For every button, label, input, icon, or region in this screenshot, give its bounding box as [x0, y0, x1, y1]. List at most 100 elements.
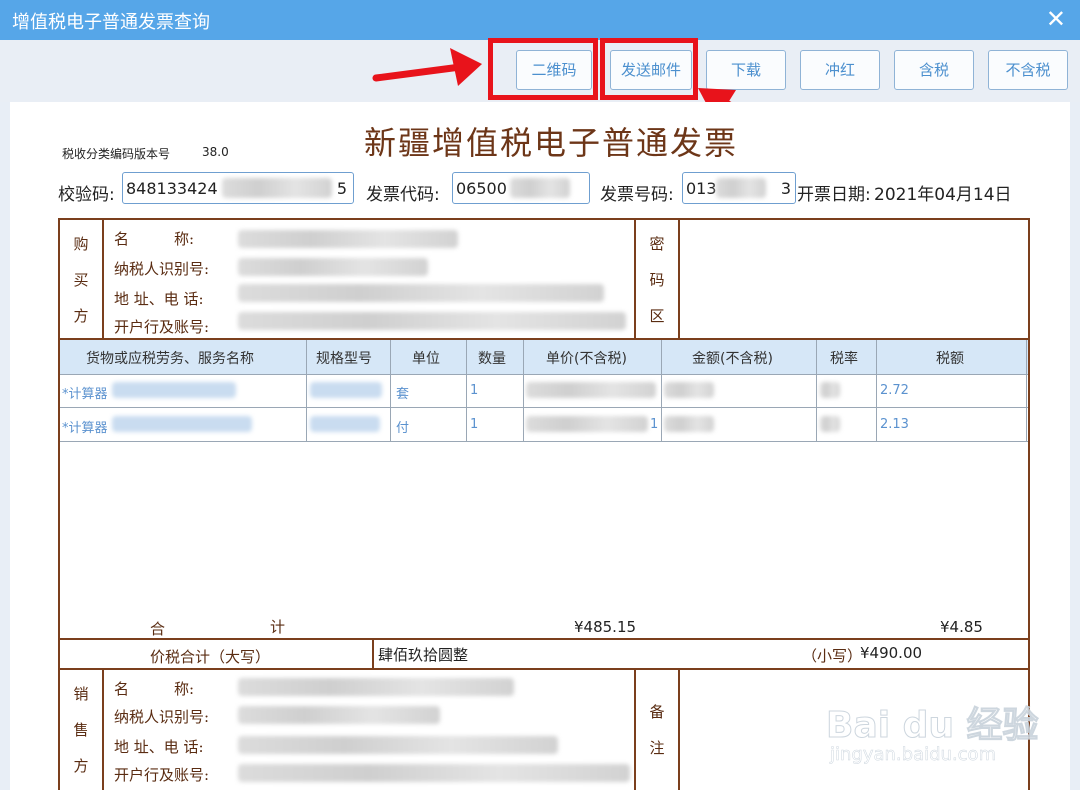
watermark-brand: Bai du 经验	[826, 705, 1040, 747]
frame-top	[58, 218, 1030, 220]
red-reverse-button[interactable]: 冲红	[800, 50, 880, 90]
remark-label-2: 注	[649, 739, 665, 757]
window-titlebar: 增值税电子普通发票查询 ✕	[0, 0, 1080, 40]
seller-side-label-2: 售	[73, 721, 89, 739]
redacted-buyer-name	[238, 230, 458, 248]
small-label: （小写）	[802, 647, 863, 665]
buyer-name-label: 名 称:	[114, 230, 195, 248]
seller-side-label-1: 销	[73, 685, 89, 703]
small-value: ¥490.00	[860, 644, 923, 662]
redacted-invoice-number	[716, 178, 766, 198]
date-value: 2021年04月14日	[874, 185, 1012, 205]
remark-divider-right	[678, 668, 680, 790]
th-spec: 规格型号	[316, 351, 372, 367]
remark-label-1: 备	[649, 703, 665, 721]
check-code-value: 848133424	[126, 179, 218, 198]
seller-side-label-3: 方	[73, 757, 89, 775]
row-line-3	[60, 441, 1028, 442]
redacted-check-code	[222, 178, 332, 198]
redacted-seller-address	[238, 736, 558, 754]
invoice-code-label: 发票代码:	[366, 185, 440, 205]
frame-left	[58, 218, 60, 790]
row1-item-name: *计算器	[62, 387, 108, 402]
col-line-2	[390, 340, 391, 442]
col-line-5	[661, 340, 662, 442]
redacted-seller-bank	[238, 764, 630, 782]
redacted-row1-amount	[664, 382, 714, 398]
total-amount: ¥485.15	[574, 618, 637, 636]
close-icon[interactable]: ✕	[1046, 5, 1066, 33]
buyer-side-label-3: 方	[73, 307, 89, 325]
version-label: 税收分类编码版本号	[62, 147, 171, 161]
redacted-row1-spec	[310, 382, 382, 398]
row1-tax: 2.72	[880, 383, 909, 398]
buyer-side-label-1: 购	[73, 235, 89, 253]
check-code-tail: 5	[336, 179, 347, 198]
redacted-buyer-tax-id	[238, 258, 428, 276]
seller-address-label: 地 址、电 话:	[114, 738, 204, 756]
check-code-label: 校验码:	[58, 185, 115, 205]
col-line-6	[816, 340, 817, 442]
send-mail-highlight-box	[600, 38, 698, 100]
col-line-8	[1026, 340, 1027, 442]
row-line-2	[60, 407, 1028, 408]
capital-value: 肆佰玖拾圆整	[378, 646, 469, 664]
with-tax-button[interactable]: 含税	[894, 50, 974, 90]
cipher-label-1: 密	[649, 235, 665, 253]
col-line-3	[466, 340, 467, 442]
seller-tax-id-label: 纳税人识别号:	[114, 708, 210, 726]
without-tax-button[interactable]: 不含税	[988, 50, 1068, 90]
invoice-number-value: 013	[686, 179, 717, 198]
th-tax: 税额	[936, 351, 964, 367]
cipher-label-2: 码	[649, 271, 665, 289]
redacted-row2-rate	[820, 416, 840, 432]
buyer-address-label: 地 址、电 话:	[114, 290, 204, 308]
col-line-7	[876, 340, 877, 442]
row-line-1	[60, 374, 1028, 375]
redacted-seller-tax-id	[238, 706, 440, 724]
th-amount: 金额(不含税)	[692, 351, 773, 367]
row1-unit: 套	[396, 387, 410, 402]
buyer-tax-id-label: 纳税人识别号:	[114, 260, 210, 278]
buyer-side-label-2: 买	[73, 271, 89, 289]
redacted-buyer-bank	[238, 312, 626, 330]
redacted-row2-spec	[310, 416, 380, 432]
col-line-4	[523, 340, 524, 442]
baidu-watermark: Bai du 经验 jingyan.baidu.com	[826, 676, 1040, 772]
row2-unit: 付	[396, 421, 410, 436]
arrow-right-icon	[372, 48, 482, 86]
redacted-row1-name	[112, 382, 236, 398]
redacted-row2-price	[526, 416, 648, 432]
redacted-seller-name	[238, 678, 514, 696]
invoice-title: 新疆增值税电子普通发票	[364, 124, 739, 162]
buyer-bank-label: 开户行及账号:	[114, 318, 210, 336]
th-quantity: 数量	[478, 351, 506, 367]
version-value: 38.0	[202, 145, 229, 159]
th-unit-price: 单价(不含税)	[546, 351, 627, 367]
row2-tax: 2.13	[880, 417, 909, 432]
seller-divider	[102, 668, 104, 790]
capital-line	[58, 668, 1030, 670]
capital-label: 价税合计（大写）	[150, 648, 271, 666]
seller-bank-label: 开户行及账号:	[114, 766, 210, 784]
th-unit: 单位	[412, 351, 440, 367]
remark-divider-left	[634, 668, 636, 790]
row2-quantity: 1	[470, 417, 479, 432]
redacted-row1-rate	[820, 382, 840, 398]
cipher-divider-right	[678, 218, 680, 340]
total-label-ji: 计	[270, 618, 286, 636]
redacted-row1-price	[526, 382, 656, 398]
total-label-he: 合	[150, 620, 166, 638]
invoice-number-label: 发票号码:	[600, 185, 674, 205]
date-label: 开票日期:	[797, 185, 871, 205]
buyer-divider	[102, 218, 104, 340]
total-tax: ¥4.85	[940, 618, 983, 636]
invoice-code-value: 06500	[456, 179, 507, 198]
col-line-1	[306, 340, 307, 442]
row1-quantity: 1	[470, 383, 479, 398]
watermark-url: jingyan.baidu.com	[830, 744, 997, 766]
redacted-invoice-code	[510, 178, 570, 198]
capital-divider	[372, 638, 374, 670]
totals-line	[58, 638, 1030, 640]
cipher-label-3: 区	[649, 307, 665, 325]
